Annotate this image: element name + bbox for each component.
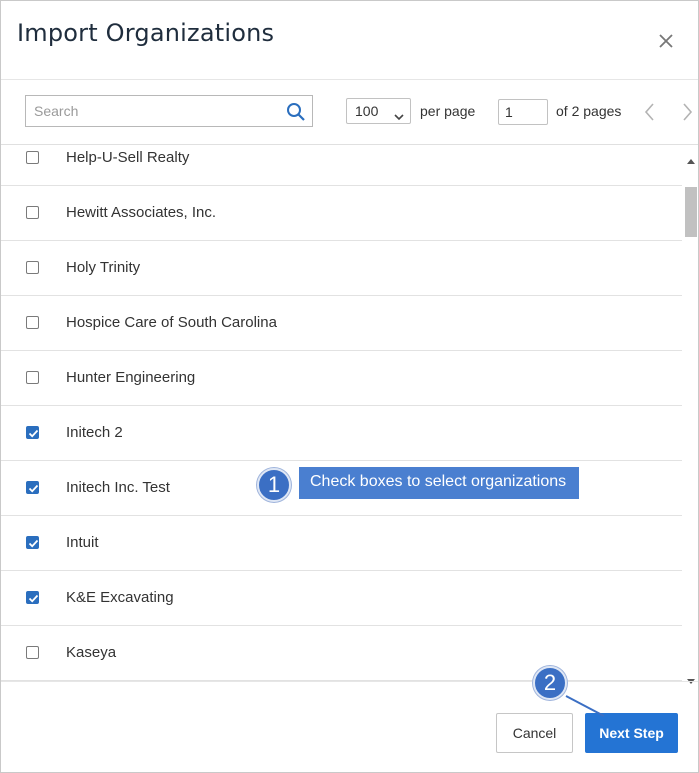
row-checkbox[interactable] xyxy=(26,206,39,219)
search-icon[interactable] xyxy=(286,102,306,122)
list-item[interactable]: Help-U-Sell Realty xyxy=(1,131,682,186)
organization-name: Hunter Engineering xyxy=(66,369,196,386)
organization-name: Holy Trinity xyxy=(66,259,141,276)
step-1-badge: 1 xyxy=(257,468,291,502)
search-box[interactable] xyxy=(25,95,313,127)
organization-name: Initech 2 xyxy=(66,424,123,441)
organization-list: Help-U-Sell Realty Hewitt Associates, In… xyxy=(1,131,682,681)
chevron-right-icon[interactable] xyxy=(679,101,695,123)
search-input[interactable] xyxy=(26,96,292,126)
row-checkbox-checked[interactable] xyxy=(26,536,39,549)
organization-name: Help-U-Sell Realty xyxy=(66,149,190,166)
list-item[interactable]: Holy Trinity xyxy=(1,241,682,296)
list-item[interactable]: Hewitt Associates, Inc. xyxy=(1,186,682,241)
row-checkbox-checked[interactable] xyxy=(26,591,39,604)
step-2-badge: 2 xyxy=(533,666,567,700)
organization-name: K&E Excavating xyxy=(66,589,174,606)
per-page-value: 100 xyxy=(355,103,379,119)
list-item[interactable]: Kaseya xyxy=(1,626,682,681)
scroll-up-arrow-icon[interactable] xyxy=(687,151,695,164)
chevron-down-icon xyxy=(394,108,404,121)
chevron-left-icon[interactable] xyxy=(642,101,658,123)
scrollbar-thumb[interactable] xyxy=(685,187,697,237)
row-checkbox-checked[interactable] xyxy=(26,426,39,439)
import-organizations-dialog: Import Organizations 100 per page of 2 p… xyxy=(0,0,699,773)
row-checkbox[interactable] xyxy=(26,646,39,659)
scroll-down-arrow-icon[interactable] xyxy=(687,672,695,684)
close-icon[interactable] xyxy=(656,31,676,51)
organization-name: Hewitt Associates, Inc. xyxy=(66,204,217,221)
step-1-callout: Check boxes to select organizations xyxy=(299,467,579,499)
row-checkbox-checked[interactable] xyxy=(26,481,39,494)
per-page-select[interactable]: 100 xyxy=(346,98,411,124)
list-item[interactable]: Initech 2 xyxy=(1,406,682,461)
list-item[interactable]: K&E Excavating xyxy=(1,571,682,626)
row-checkbox[interactable] xyxy=(26,371,39,384)
organization-name: Kaseya xyxy=(66,644,117,661)
organization-name: Initech Inc. Test xyxy=(66,479,170,496)
cancel-button[interactable]: Cancel xyxy=(496,713,573,753)
row-checkbox[interactable] xyxy=(26,316,39,329)
page-count-label: of 2 pages xyxy=(556,103,622,119)
row-checkbox[interactable] xyxy=(26,261,39,274)
row-checkbox[interactable] xyxy=(26,151,39,164)
list-item[interactable]: Hunter Engineering xyxy=(1,351,682,406)
page-number-input[interactable] xyxy=(498,99,548,125)
per-page-label: per page xyxy=(420,103,476,119)
dialog-title: Import Organizations xyxy=(17,19,275,47)
organization-name: Intuit xyxy=(66,534,99,551)
next-step-button[interactable]: Next Step xyxy=(585,713,678,753)
list-scrollbar[interactable] xyxy=(683,145,698,684)
toolbar-divider xyxy=(1,144,698,145)
list-item[interactable]: Hospice Care of South Carolina xyxy=(1,296,682,351)
organization-name: Hospice Care of South Carolina xyxy=(66,314,277,331)
footer-divider xyxy=(1,681,698,682)
list-item[interactable]: Intuit xyxy=(1,516,682,571)
